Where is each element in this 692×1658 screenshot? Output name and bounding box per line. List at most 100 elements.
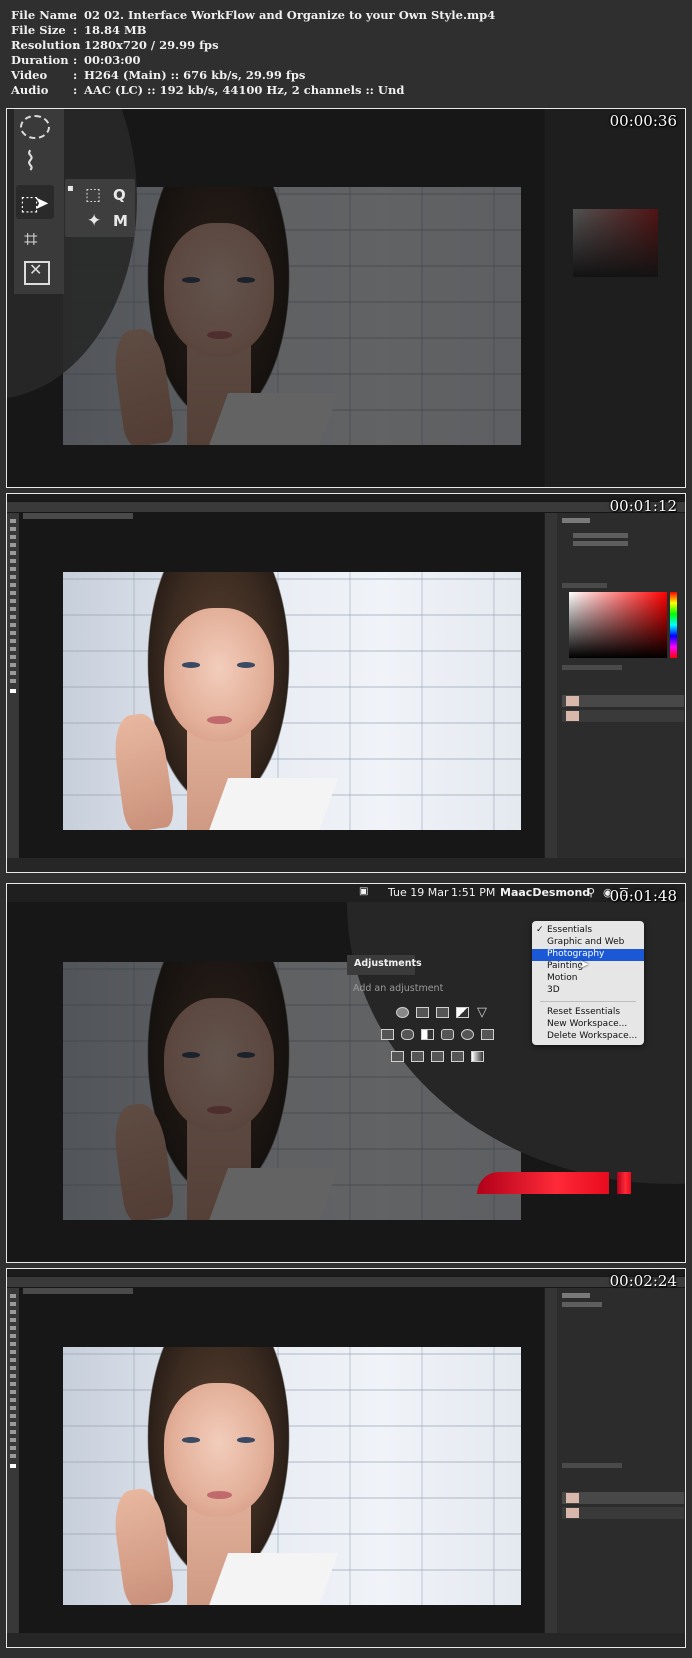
flyout-item-label[interactable]: Q: [113, 186, 126, 204]
adjustments-panel-title: [562, 1293, 590, 1298]
layer-row[interactable]: [562, 1492, 684, 1504]
info-key: Resolution: [11, 38, 81, 52]
selective-color-icon[interactable]: [451, 1051, 464, 1062]
workspace-menu: ✓ Essentials Graphic and Web Photography…: [532, 921, 644, 1045]
cursor-arrow-icon: ➤: [34, 193, 50, 214]
video-frame-3: ▣ Tue 19 Mar 1:51 PM MaacDesmond ⚲ ◉ ☰ A…: [6, 883, 686, 1263]
check-icon: ✓: [536, 925, 544, 935]
right-panels-faded: [544, 109, 685, 487]
add-adjustment-hint: Add an adjustment: [353, 983, 444, 994]
toolbox-zoomed: ⌇ ⬚ ➤ ⌗ ✕: [14, 109, 64, 294]
video-frame-2: 00:01:12: [6, 493, 686, 873]
video-frame-4: 00:02:24: [6, 1268, 686, 1648]
menu-item-reset-essentials[interactable]: Reset Essentials: [532, 1007, 644, 1019]
window-menu-icon[interactable]: ▣: [359, 886, 368, 897]
color-picker-field[interactable]: [569, 592, 667, 658]
canvas-photo: [63, 1347, 521, 1605]
canvas-photo: [63, 572, 521, 830]
video-frame-1: ⌇ ⬚ ➤ ⌗ ✕ ▪ ⬚ Q ✦ M 00:00:36: [6, 108, 686, 488]
menu-item-new-workspace[interactable]: New Workspace...: [532, 1019, 644, 1031]
right-panels: [544, 513, 685, 858]
panel-icons-strip: [545, 513, 557, 858]
document-tab[interactable]: [23, 1288, 133, 1294]
tool-flyout: ▪ ⬚ Q ✦ M: [65, 179, 135, 237]
photo-filter-icon[interactable]: [441, 1029, 454, 1040]
crop-icon[interactable]: ⌗: [24, 225, 38, 253]
cursor-arrow-icon: ➤: [579, 957, 590, 971]
menu-item-delete-workspace[interactable]: Delete Workspace...: [532, 1031, 644, 1043]
app-menubar: [7, 1269, 685, 1276]
adjustments-panel-title: [562, 518, 590, 523]
timestamp: 00:00:36: [609, 112, 677, 130]
vibrance-icon[interactable]: ▽: [477, 1006, 490, 1019]
options-bar: [7, 1277, 685, 1287]
tools-panel: [7, 513, 19, 858]
menubar-user[interactable]: MaacDesmond: [500, 886, 590, 899]
black-white-icon[interactable]: [421, 1029, 434, 1040]
layer-row[interactable]: [562, 1507, 684, 1519]
hue-slider[interactable]: [670, 592, 677, 658]
frame-tool-icon[interactable]: ✕: [24, 260, 50, 285]
menubar-date: Tue 19 Mar: [388, 886, 449, 899]
info-value: 18.84 MB: [84, 23, 147, 37]
layer-row[interactable]: [562, 695, 684, 707]
hue-saturation-icon[interactable]: [381, 1029, 394, 1040]
options-bar: [7, 502, 685, 512]
layers-panel-tabs[interactable]: [562, 665, 622, 670]
info-value: 02 02. Interface WorkFlow and Organize t…: [84, 8, 496, 22]
brightness-contrast-icon[interactable]: [396, 1007, 409, 1018]
flyout-item-label[interactable]: M: [113, 212, 128, 230]
menu-item-graphic-web[interactable]: Graphic and Web: [532, 937, 644, 949]
curves-icon[interactable]: [436, 1007, 449, 1018]
info-separator: :: [73, 8, 78, 22]
info-separator: :: [73, 68, 78, 82]
info-separator: :: [73, 23, 78, 37]
menu-item-motion[interactable]: Motion: [532, 973, 644, 985]
info-key: Duration: [11, 53, 69, 67]
adjustments-tab[interactable]: Adjustments: [347, 955, 422, 975]
document-tab[interactable]: [23, 513, 133, 519]
info-key: Video: [11, 68, 48, 82]
active-marker-icon: ▪: [67, 183, 74, 194]
magic-wand-icon[interactable]: ✦: [87, 211, 101, 231]
mac-menubar: ▣ Tue 19 Mar 1:51 PM MaacDesmond ⚲ ◉ ☰: [7, 884, 685, 902]
menu-item-3d[interactable]: 3D: [532, 985, 644, 997]
invert-icon[interactable]: [391, 1051, 404, 1062]
exposure-icon[interactable]: [456, 1007, 469, 1018]
quick-selection-tool-button[interactable]: ⬚ ➤: [16, 185, 54, 219]
timestamp: 00:01:12: [609, 497, 677, 515]
levels-icon[interactable]: [416, 1007, 429, 1018]
color-balance-icon[interactable]: [401, 1029, 414, 1040]
file-info-header: File Name : 02 02. Interface WorkFlow an…: [0, 0, 692, 108]
info-separator: :: [73, 53, 78, 67]
adjustments-tab-label: Adjustments: [354, 958, 422, 969]
threshold-icon[interactable]: [431, 1051, 444, 1062]
quick-selection-icon[interactable]: ⬚: [85, 185, 101, 205]
info-key: Audio: [11, 83, 49, 97]
tools-panel: [7, 1288, 19, 1633]
gradient-map-icon[interactable]: [471, 1051, 484, 1062]
posterize-icon[interactable]: [411, 1051, 424, 1062]
status-bar: [7, 1633, 685, 1647]
elliptical-marquee-icon[interactable]: [20, 115, 50, 139]
spotlight-search-icon[interactable]: ⚲: [587, 886, 595, 899]
lasso-icon[interactable]: ⌇: [24, 147, 37, 177]
color-field-fragment: [477, 1172, 609, 1194]
info-value: AAC (LC) :: 192 kb/s, 44100 Hz, 2 channe…: [84, 83, 405, 97]
menu-item-essentials[interactable]: ✓ Essentials: [532, 925, 644, 937]
app-menubar: [7, 494, 685, 501]
status-bar: [7, 858, 685, 872]
color-lookup-icon[interactable]: [481, 1029, 494, 1040]
timestamp: 00:02:24: [609, 1272, 677, 1290]
info-separator: :: [73, 83, 78, 97]
channel-mixer-icon[interactable]: [461, 1029, 474, 1040]
info-value: H264 (Main) :: 676 kb/s, 29.99 fps: [84, 68, 306, 82]
info-key: File Size: [11, 23, 66, 37]
right-panels: [544, 1288, 685, 1633]
layer-row[interactable]: [562, 710, 684, 722]
layers-panel-tabs[interactable]: [562, 1463, 622, 1468]
menu-separator: [540, 1001, 636, 1002]
color-panel-tabs[interactable]: [562, 583, 607, 588]
timestamp: 00:01:48: [609, 887, 677, 905]
hue-slider-fragment: [617, 1172, 631, 1194]
